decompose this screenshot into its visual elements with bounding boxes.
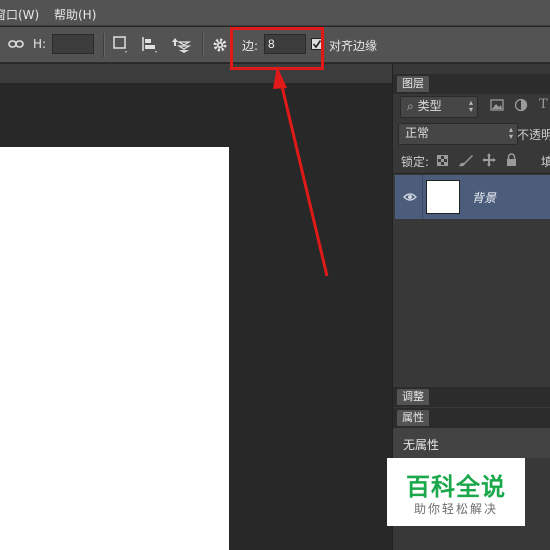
annotation-arrow	[273, 66, 329, 277]
